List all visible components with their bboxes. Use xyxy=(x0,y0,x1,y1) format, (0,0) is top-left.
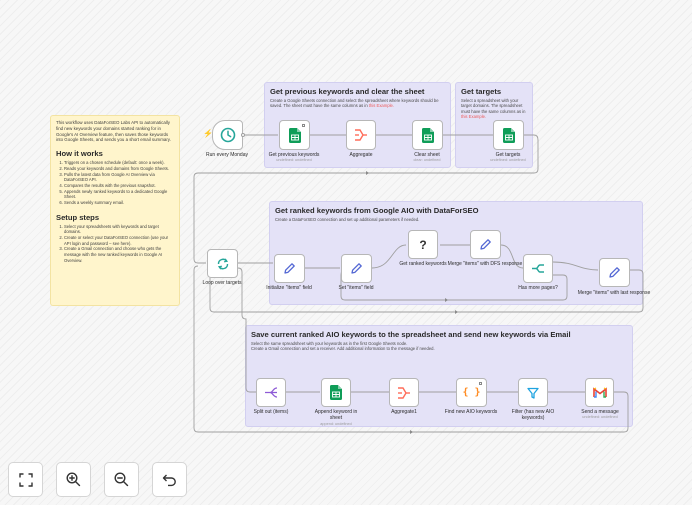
node-label: Loop over targets xyxy=(202,280,242,286)
edit-pencil-icon xyxy=(609,267,620,278)
gmail-icon xyxy=(592,387,607,398)
node-append-keyword[interactable] xyxy=(321,378,351,407)
google-sheets-icon xyxy=(330,385,342,400)
filter-funnel-icon xyxy=(527,387,539,399)
split-out-icon xyxy=(265,387,278,398)
node-loop-over-targets[interactable] xyxy=(207,249,238,278)
expand-icon xyxy=(18,472,33,487)
wire-hasmore-true-to-lastmerge xyxy=(552,261,599,271)
output-port[interactable] xyxy=(241,133,245,137)
zoom-in-icon xyxy=(66,472,81,487)
node-aggregate1[interactable] xyxy=(389,378,419,407)
edit-pencil-icon xyxy=(480,239,491,250)
pinned-flag-icon xyxy=(479,382,482,385)
node-subtitle: undefined: undefined xyxy=(582,415,618,419)
node-send-message[interactable] xyxy=(585,378,614,407)
node-label: Append keyword in sheet xyxy=(314,409,358,421)
workflow-canvas[interactable]: This workflow uses DataForSEO Labs API t… xyxy=(0,0,692,505)
node-label: Filter (has new AIO keywords) xyxy=(511,409,555,421)
node-subtitle: undefined: undefined xyxy=(490,158,526,162)
code-braces-icon: { } xyxy=(462,387,481,398)
fit-view-button[interactable] xyxy=(8,462,43,497)
node-label: Has more pages? xyxy=(518,285,558,291)
undo-icon xyxy=(162,474,176,486)
zoom-in-button[interactable] xyxy=(56,462,91,497)
node-clear-sheet[interactable] xyxy=(412,120,443,150)
edit-pencil-icon xyxy=(284,263,295,274)
node-label: Run every Monday xyxy=(206,152,248,158)
node-filter[interactable] xyxy=(518,378,548,407)
clock-icon xyxy=(220,127,235,143)
node-aggregate[interactable] xyxy=(346,120,376,150)
wire-loop-done-to-split xyxy=(237,267,256,393)
zoom-out-icon xyxy=(114,472,129,487)
node-label: Merge "items" with DFS response xyxy=(447,261,523,267)
google-sheets-icon xyxy=(288,127,301,143)
node-subtitle: clear: undefined xyxy=(413,158,441,162)
node-label: Aggregate1 xyxy=(391,409,417,415)
wire-send-return xyxy=(193,265,629,433)
node-get-ranked-keywords[interactable]: ? xyxy=(408,230,438,259)
node-label: Find new AIO keywords xyxy=(444,409,498,415)
node-split-out[interactable] xyxy=(256,378,286,407)
node-subtitle: append: undefined xyxy=(320,422,352,426)
node-label: Get ranked keywords xyxy=(399,261,447,267)
node-label: Split out (items) xyxy=(253,409,289,415)
node-get-previous-keywords[interactable] xyxy=(279,120,310,150)
undo-button[interactable] xyxy=(152,462,187,497)
node-label: Set "items" field xyxy=(338,285,374,291)
node-label: Aggregate xyxy=(349,152,373,158)
node-find-new-aio[interactable]: { } xyxy=(456,378,487,407)
if-branch-icon xyxy=(532,264,544,273)
node-initialize-items[interactable] xyxy=(274,254,305,283)
node-label: Merge "items" with last response xyxy=(577,290,651,296)
aggregate-icon xyxy=(355,129,367,141)
node-has-more-pages[interactable] xyxy=(523,254,553,283)
node-label: Initialize "items" field xyxy=(266,285,312,291)
node-merge-dfs[interactable] xyxy=(470,230,501,259)
google-sheets-icon xyxy=(502,127,515,143)
node-subtitle: undefined: undefined xyxy=(276,158,312,162)
loop-icon xyxy=(217,257,228,270)
node-merge-last[interactable] xyxy=(599,258,630,287)
pinned-flag-icon xyxy=(302,124,305,127)
zoom-out-button[interactable] xyxy=(104,462,139,497)
aggregate-icon xyxy=(398,386,410,399)
node-set-items[interactable] xyxy=(341,254,372,283)
unknown-node-icon: ? xyxy=(419,237,427,252)
node-get-targets[interactable] xyxy=(493,120,524,150)
google-sheets-icon xyxy=(421,127,434,143)
edit-pencil-icon xyxy=(351,263,362,274)
connections-layer xyxy=(193,134,644,434)
node-run-every-monday[interactable] xyxy=(212,120,243,150)
